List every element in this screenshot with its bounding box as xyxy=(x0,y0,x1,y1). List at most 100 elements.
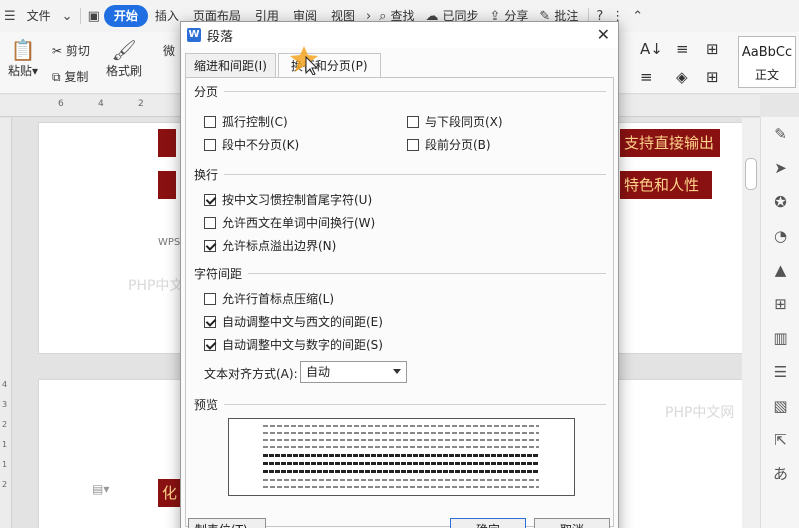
indent-icon[interactable]: ≡ xyxy=(676,40,689,58)
allow-word-break-checkbox[interactable]: 允许西文在单词中间换行(W) xyxy=(204,214,375,231)
vertical-ruler[interactable]: 4 3 2 1 1 2 xyxy=(0,118,12,528)
chevron-down-icon[interactable]: ⌄ xyxy=(58,9,77,24)
document-icon[interactable]: ▤▾ xyxy=(92,482,109,496)
preview-line xyxy=(263,446,539,448)
layers-icon[interactable]: ▲ xyxy=(761,253,799,287)
checkbox-box[interactable] xyxy=(204,338,216,351)
image-icon[interactable]: ▧ xyxy=(761,389,799,423)
text-alignment-label: 文本对齐方式(A): xyxy=(204,367,298,381)
ruler-mark: 3 xyxy=(2,400,8,409)
translate-icon[interactable]: あ xyxy=(761,457,799,491)
menu-icon[interactable]: ☰ xyxy=(0,9,20,24)
preview-line xyxy=(263,470,539,473)
hanging-punctuation-checkbox[interactable]: 允许标点溢出边界(N) xyxy=(204,237,336,254)
badge-icon[interactable]: ✪ xyxy=(761,185,799,219)
close-icon[interactable]: ✕ xyxy=(597,25,610,44)
widow-control-checkbox[interactable]: 孤行控制(C) xyxy=(204,113,288,130)
style-preview: AaBbCc xyxy=(741,45,793,60)
sort-icon[interactable]: A↓ xyxy=(640,40,663,58)
checkbox-label: 段前分页(B) xyxy=(425,138,491,152)
section-char-spacing-title: 字符间距 xyxy=(194,267,243,281)
style-normal[interactable]: AaBbCc 正文 xyxy=(738,36,796,88)
preview-line xyxy=(263,462,539,465)
checkbox-box[interactable] xyxy=(204,239,216,252)
text-alignment-select[interactable]: 自动 xyxy=(300,361,407,383)
highlighted-text xyxy=(158,129,176,157)
paste-label: 粘贴 xyxy=(8,64,33,78)
page-break-before-checkbox[interactable]: 段前分页(B) xyxy=(407,136,491,153)
text-alignment-value: 自动 xyxy=(306,365,331,379)
checkbox-label: 允许行首标点压缩(L) xyxy=(222,292,335,306)
chevron-down-icon xyxy=(393,369,401,374)
table-icon[interactable]: ⊞ xyxy=(706,40,719,58)
paste-button[interactable]: 📋 粘贴▾ xyxy=(8,38,38,79)
chart-icon[interactable]: ▥ xyxy=(761,321,799,355)
copy-button[interactable]: ⧉ 复制 xyxy=(52,68,88,85)
fill-icon[interactable]: ◈ xyxy=(676,68,688,86)
cut-button[interactable]: ✂ 剪切 xyxy=(52,42,90,59)
compress-punctuation-checkbox[interactable]: 允许行首标点压缩(L) xyxy=(204,290,334,307)
save-icon[interactable]: ▣ xyxy=(84,9,104,24)
export-icon[interactable]: ⇱ xyxy=(761,423,799,457)
font-name-value: 微 xyxy=(163,44,176,58)
collapse-icon[interactable]: ⌃ xyxy=(628,9,647,24)
align-icon[interactable]: ≡ xyxy=(640,68,653,86)
ruler-mark: 2 xyxy=(138,99,144,109)
ruler-mark: 2 xyxy=(2,420,8,429)
checkbox-label: 自动调整中文与西文的间距(E) xyxy=(222,315,383,329)
divider xyxy=(224,404,606,405)
scrollbar-thumb[interactable] xyxy=(745,158,757,190)
ok-button[interactable]: 确定 xyxy=(450,518,526,528)
divider xyxy=(248,273,606,274)
checkbox-label: 段中不分页(K) xyxy=(222,138,300,152)
cjk-line-break-rules-checkbox[interactable]: 按中文习惯控制首尾字符(U) xyxy=(204,191,372,208)
vertical-scrollbar[interactable] xyxy=(742,118,760,528)
checkbox-label: 允许标点溢出边界(N) xyxy=(222,239,337,253)
tab-start[interactable]: 开始 xyxy=(103,5,148,27)
wps-app-icon: W xyxy=(187,28,201,42)
style-label: 正文 xyxy=(754,68,779,82)
ruler-mark: 1 xyxy=(2,460,8,469)
section-paging-title: 分页 xyxy=(194,85,219,99)
checkbox-box[interactable] xyxy=(204,138,216,151)
tab-indent-spacing[interactable]: 缩进和间距(I) xyxy=(185,53,276,77)
checkbox-box[interactable] xyxy=(204,216,216,229)
pen-icon[interactable]: ✎ xyxy=(761,117,799,151)
tab-stops-button[interactable]: 制表位(T)... xyxy=(188,518,266,528)
ruler-mark: 1 xyxy=(2,440,8,449)
menu-file[interactable]: 文件 xyxy=(20,5,58,27)
format-painter-button[interactable]: 🖌 格式刷 xyxy=(106,38,142,79)
ruler-mark: 6 xyxy=(58,99,64,109)
dialog-titlebar[interactable]: W 段落 ✕ xyxy=(181,22,618,48)
wps-tag: WPS xyxy=(158,237,181,248)
keep-lines-together-checkbox[interactable]: 段中不分页(K) xyxy=(204,136,299,153)
checkbox-box[interactable] xyxy=(204,193,216,206)
cancel-button[interactable]: 取消 xyxy=(534,518,610,528)
format-painter-label: 格式刷 xyxy=(106,64,143,78)
checkbox-label: 允许西文在单词中间换行(W) xyxy=(222,216,376,230)
clipboard-icon: 📋 xyxy=(10,38,36,62)
checkbox-box[interactable] xyxy=(407,115,419,128)
checkbox-box[interactable] xyxy=(407,138,419,151)
checkbox-label: 自动调整中文与数字的间距(S) xyxy=(222,338,383,352)
cursor-icon[interactable]: ➤ xyxy=(761,151,799,185)
grid-icon[interactable]: ⊞ xyxy=(761,287,799,321)
sliders-icon[interactable]: ☰ xyxy=(761,355,799,389)
preview-line xyxy=(263,454,539,457)
checkbox-label: 按中文习惯控制首尾字符(U) xyxy=(222,193,373,207)
section-wrap-title: 换行 xyxy=(194,168,219,182)
checkbox-box[interactable] xyxy=(204,292,216,305)
keep-with-next-checkbox[interactable]: 与下段同页(X) xyxy=(407,113,503,130)
font-name-box[interactable]: 微 xyxy=(163,42,175,59)
auto-space-numbers-checkbox[interactable]: 自动调整中文与数字的间距(S) xyxy=(204,336,383,353)
paragraph-preview xyxy=(228,418,575,496)
copy-icon: ⧉ xyxy=(52,70,61,84)
border-icon[interactable]: ⊞ xyxy=(706,68,719,86)
click-highlight-icon xyxy=(290,46,319,75)
cut-label: 剪切 xyxy=(65,44,90,58)
shapes-icon[interactable]: ◔ xyxy=(761,219,799,253)
checkbox-box[interactable] xyxy=(204,315,216,328)
auto-space-western-checkbox[interactable]: 自动调整中文与西文的间距(E) xyxy=(204,313,383,330)
dialog-title: 段落 xyxy=(207,29,234,45)
checkbox-box[interactable] xyxy=(204,115,216,128)
